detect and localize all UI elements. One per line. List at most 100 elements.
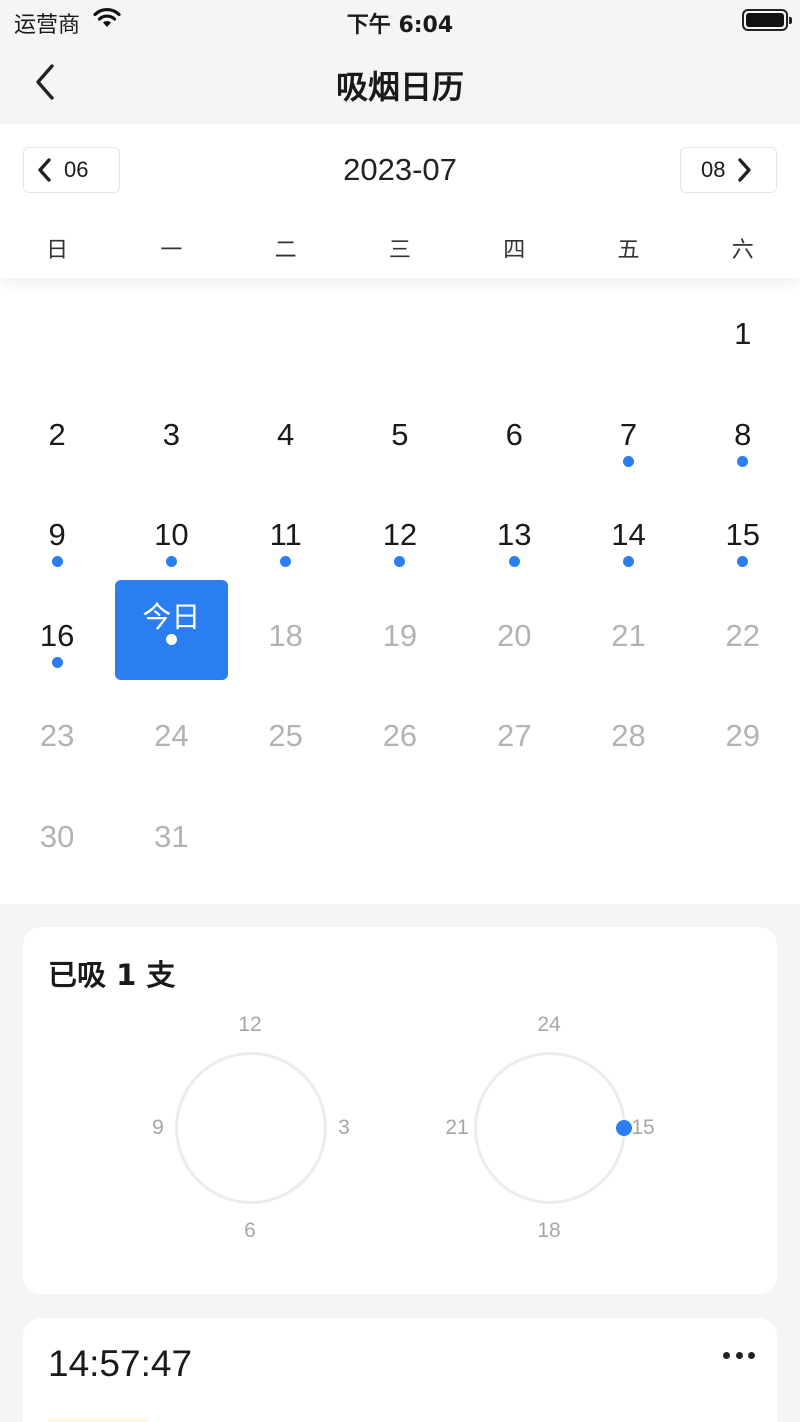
empty-day-cell — [229, 278, 343, 379]
weekday-row: 日一二三四五六 — [0, 232, 800, 263]
weekday-label: 五 — [617, 238, 640, 263]
chevron-right-icon — [738, 158, 752, 182]
day-cell[interactable]: 11 — [229, 479, 343, 580]
next-month-button[interactable]: 08 — [680, 147, 777, 193]
am-clock-label-left: 9 — [152, 1116, 164, 1139]
smoking-record-dot — [737, 455, 749, 467]
next-month-label: 08 — [701, 157, 726, 182]
record-card[interactable]: 14:57:47 — [23, 1318, 777, 1422]
empty-day-cell — [571, 781, 685, 882]
day-cell[interactable]: 21 — [571, 580, 685, 681]
day-cell[interactable]: 7 — [571, 379, 685, 480]
day-cell[interactable]: 19 — [343, 580, 457, 681]
day-number: 13 — [496, 517, 532, 552]
day-number: 21 — [611, 617, 646, 653]
smoking-record-dot — [394, 556, 406, 567]
day-number: 9 — [48, 517, 66, 552]
day-cell[interactable]: 2 — [0, 379, 114, 480]
day-number: 23 — [39, 718, 75, 753]
record-tag — [48, 1418, 148, 1422]
day-cell[interactable]: 10 — [114, 479, 228, 580]
smoking-record-dot — [737, 556, 749, 567]
day-number: 26 — [382, 718, 418, 753]
day-cell[interactable]: 5 — [343, 379, 457, 480]
day-number: 18 — [268, 617, 303, 653]
day-cell[interactable]: 24 — [114, 680, 228, 781]
day-number: 7 — [619, 416, 638, 452]
day-number: 11 — [269, 517, 302, 552]
smoke-time-marker — [616, 1120, 632, 1136]
day-cell[interactable]: 20 — [457, 580, 571, 681]
weekday-label: 四 — [503, 238, 526, 263]
day-number: 31 — [154, 818, 189, 854]
am-clock-ring — [175, 1052, 327, 1204]
day-number: 20 — [496, 617, 532, 653]
day-cell[interactable]: 15 — [686, 479, 800, 580]
week-row: 30 31 — [0, 781, 800, 882]
smoking-record-dot — [622, 455, 634, 467]
empty-day-cell — [686, 781, 800, 882]
day-cell[interactable]: 28 — [571, 680, 685, 781]
day-cell[interactable]: 12 — [343, 479, 457, 580]
pm-clock-label-left: 21 — [445, 1116, 469, 1139]
day-cell[interactable]: 23 — [0, 680, 114, 781]
day-cell[interactable]: 27 — [457, 680, 571, 781]
day-cell[interactable]: 18 — [229, 580, 343, 681]
day-cell[interactable]: 30 — [0, 781, 114, 882]
day-cell[interactable]: 14 — [571, 479, 685, 580]
day-number: 28 — [611, 718, 646, 753]
day-cell[interactable]: 3 — [114, 379, 228, 480]
day-number: 1 — [734, 316, 752, 351]
record-time: 14:57:47 — [48, 1343, 193, 1384]
am-clock-label-top: 12 — [238, 1013, 262, 1036]
day-cell[interactable]: 4 — [229, 379, 343, 480]
navigation-bar: 吸烟日历 — [0, 40, 800, 124]
day-cell[interactable]: 6 — [457, 379, 571, 480]
weekday-label: 一 — [160, 238, 183, 263]
weekday-label: 二 — [274, 238, 297, 263]
day-cell[interactable]: 13 — [457, 479, 571, 580]
empty-day-cell — [457, 278, 571, 379]
empty-day-cell — [229, 781, 343, 882]
weekday-label: 三 — [388, 238, 411, 263]
week-row: 2 3 4 5 6 7 8 — [0, 379, 800, 480]
empty-day-cell — [0, 278, 114, 379]
day-cell[interactable]: 9 — [0, 479, 114, 580]
day-number: 15 — [725, 517, 760, 552]
day-cell[interactable]: 16 — [0, 580, 114, 681]
smoking-record-dot — [508, 556, 520, 567]
day-number: 5 — [391, 416, 409, 452]
empty-day-cell — [114, 278, 228, 379]
day-number: 今日 — [142, 599, 201, 634]
day-cell[interactable]: 31 — [114, 781, 228, 882]
day-number: 12 — [382, 517, 418, 552]
day-number: 2 — [48, 416, 66, 452]
empty-day-cell — [457, 781, 571, 882]
day-cell-today[interactable]: 今日 — [114, 579, 228, 681]
smoking-record-dot — [280, 556, 292, 567]
battery-icon — [742, 9, 792, 31]
day-number: 27 — [496, 718, 532, 753]
day-cell[interactable]: 26 — [343, 680, 457, 781]
more-icon[interactable] — [723, 1352, 755, 1362]
day-cell[interactable]: 29 — [686, 680, 800, 781]
day-number: 30 — [39, 818, 75, 854]
day-number: 16 — [39, 617, 75, 653]
day-cell[interactable]: 25 — [229, 680, 343, 781]
pm-clock-label-bottom: 18 — [537, 1219, 561, 1242]
status-bar: 运营商 下午 6:04 — [0, 0, 800, 40]
day-number: 22 — [725, 617, 760, 653]
day-number: 29 — [725, 718, 760, 753]
week-row: 1 — [0, 278, 800, 379]
day-number: 19 — [382, 617, 418, 653]
day-number: 8 — [734, 416, 752, 452]
page-title: 吸烟日历 — [335, 68, 464, 106]
smoking-record-dot — [622, 556, 634, 567]
day-number: 25 — [268, 718, 303, 753]
empty-day-cell — [343, 278, 457, 379]
day-cell[interactable]: 8 — [686, 379, 800, 480]
summary-card: 已吸 1 支 12 3 6 9 24 15 18 21 — [23, 927, 777, 1294]
day-cell[interactable]: 22 — [686, 580, 800, 681]
day-cell[interactable]: 1 — [686, 278, 800, 379]
weekday-label: 六 — [731, 238, 754, 263]
